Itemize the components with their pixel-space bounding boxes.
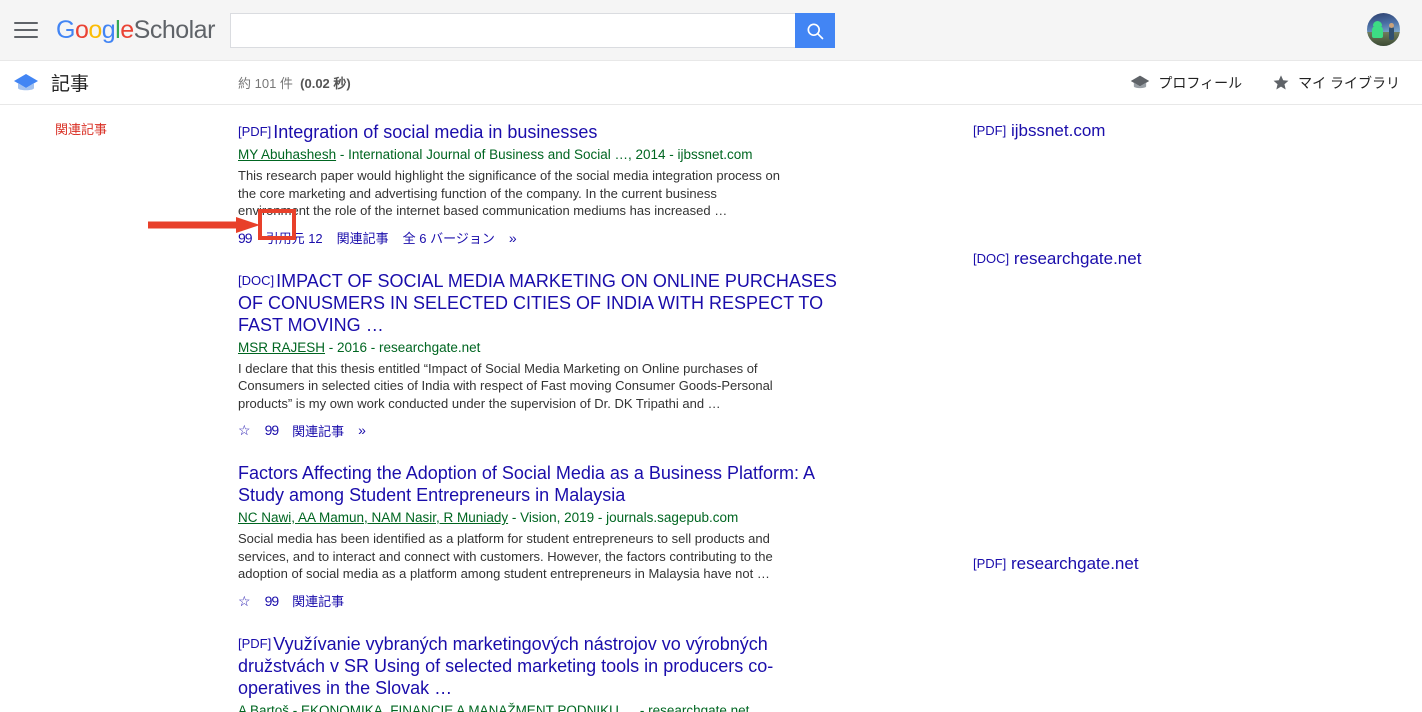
result-item: [PDF] Integration of social media in busi… [238,121,928,248]
person-figure [1389,23,1394,40]
related-articles-link[interactable]: 関連記事 [292,591,344,610]
result-meta: A Bartoš - EKONOMIKA, FINANCIE A MANAŽME… [238,701,928,712]
result-source-link[interactable]: [DOC] researchgate.net [973,249,1408,269]
result-title-link[interactable]: [DOC] IMPACT OF SOCIAL MEDIA MARKETING ON… [238,270,853,336]
my-library-link[interactable]: マイ ライブラリ [1272,73,1400,93]
search-input[interactable] [230,13,795,48]
result-source: - Vision, 2019 - journals.sagepub.com [508,510,739,525]
graduation-cap-icon [1131,75,1150,89]
sidebar: 関連記事 [0,105,238,712]
result-meta: MY Abuhashesh - International Journal of… [238,145,928,165]
avatar[interactable] [1367,13,1400,46]
hamburger-line [14,29,38,31]
star-icon [1273,75,1289,90]
logo-letter: o [74,15,89,44]
result-stats: 約 101 件 (0.02 秒) [238,73,351,92]
related-articles-link[interactable]: 関連記事 [292,421,344,440]
result-authors[interactable]: NC Nawi, AA Mamun, NAM Nasir, R Muniady [238,510,508,525]
result-file-tag: [PDF] [973,123,1007,138]
top-header-bar: GoogleScholar [0,0,1422,61]
logo-letter: o [88,15,102,44]
page-title: 記事 [51,74,90,95]
cite-quote-icon[interactable]: 99 [265,594,280,608]
save-star-icon[interactable]: ☆ [238,423,251,437]
result-title-link[interactable]: Factors Affecting the Adoption of Social… [238,462,853,506]
page-body: 関連記事 [PDF] Integration of social media in… [0,105,1422,712]
result-source-domain: researchgate.net [1013,249,1142,268]
google-scholar-logo[interactable]: GoogleScholar [56,16,215,45]
profile-link[interactable]: プロフィール [1130,73,1242,93]
result-source-link[interactable]: [PDF] ijbssnet.com [973,121,1408,143]
result-title-link[interactable]: [PDF] Využívanie vybraných marketingových… [238,633,853,699]
more-options-icon[interactable]: » [358,423,366,437]
result-count: 約 101 件 [238,76,293,91]
sidebar-item-related-articles[interactable]: 関連記事 [0,121,238,139]
result-snippet: Social media has been identified as a pl… [238,531,773,581]
my-library-link-label: マイ ライブラリ [1298,74,1400,91]
result-meta: MSR RAJESH - 2016 - researchgate.net [238,338,928,358]
result-actions: ☆ 99 関連記事 » [238,420,928,440]
result-snippet: I declare that this thesis entitled “Imp… [238,360,773,411]
result-time: (0.02 秒) [300,76,351,91]
android-figure-icon [1372,21,1383,38]
cite-quote-icon[interactable]: 99 [265,423,280,437]
result-authors[interactable]: MSR RAJESH [238,340,325,355]
result-authors[interactable]: A Bartoš [238,703,289,712]
hamburger-menu-icon[interactable] [14,18,38,42]
more-options-icon[interactable]: » [509,231,517,245]
cited-by-link[interactable]: 引用元 12 [266,228,323,247]
logo-scholar-word: Scholar [133,15,216,44]
result-actions: ☆ 99 関連記事 [238,591,928,611]
results-toolbar: 記事 約 101 件 (0.02 秒) プロフィール マイ ライブラリ [0,61,1422,105]
result-item: [PDF] Využívanie vybraných marketingových… [238,633,928,712]
results-list: [PDF] Integration of social media in busi… [238,105,928,712]
search-icon [807,23,824,39]
logo-letter: e [120,15,134,44]
all-versions-link[interactable]: 全 6 バージョン [403,228,495,247]
cite-quote-icon[interactable]: 99 [238,231,253,245]
logo-letter: G [56,15,75,44]
logo-letter: g [101,15,116,44]
hamburger-line [14,36,38,38]
result-source-domain: ijbssnet.com [1010,121,1106,140]
result-source: - EKONOMIKA, FINANCIE A MANAŽMENT PODNIK… [289,702,750,712]
result-meta: NC Nawi, AA Mamun, NAM Nasir, R Muniady … [238,508,928,528]
result-authors[interactable]: MY Abuhashesh [238,147,336,162]
result-file-tag: [PDF] [973,556,1007,571]
save-star-icon[interactable]: ☆ [238,594,251,608]
result-title-link[interactable]: [PDF] Integration of social media in busi… [238,121,853,143]
result-snippet: This research paper would highlight the … [238,168,780,218]
result-source: - International Journal of Business and … [336,147,753,162]
result-source-link[interactable]: [PDF] researchgate.net [973,554,1408,574]
related-articles-link[interactable]: 関連記事 [337,228,389,247]
result-links-column: [PDF] ijbssnet.com [DOC] researchgate.ne… [928,105,1408,712]
hamburger-line [14,22,38,24]
result-item: [DOC] IMPACT OF SOCIAL MEDIA MARKETING ON… [238,270,928,441]
result-title-text: Factors Affecting the Adoption of Social… [238,463,814,505]
result-file-tag: [PDF] [238,635,272,651]
toolbar-links: プロフィール マイ ライブラリ [1130,73,1400,93]
result-title-text: IMPACT OF SOCIAL MEDIA MARKETING ON ONLI… [238,270,837,335]
search-button[interactable] [795,13,835,48]
result-source: - 2016 - researchgate.net [325,339,481,355]
result-source-domain: researchgate.net [1010,554,1139,573]
graduation-cap-icon [14,73,38,90]
result-item: Factors Affecting the Adoption of Social… [238,462,928,611]
result-file-tag: [DOC] [238,272,275,288]
result-file-tag: [DOC] [973,251,1010,266]
profile-link-label: プロフィール [1158,74,1243,91]
result-title-text: Integration of social media in businesse… [273,122,598,142]
search-bar [230,13,835,48]
result-file-tag: [PDF] [238,124,272,139]
result-title-text: Využívanie vybraných marketingových nást… [238,633,774,698]
result-actions: 99 引用元 12 関連記事 全 6 バージョン » [238,228,928,248]
